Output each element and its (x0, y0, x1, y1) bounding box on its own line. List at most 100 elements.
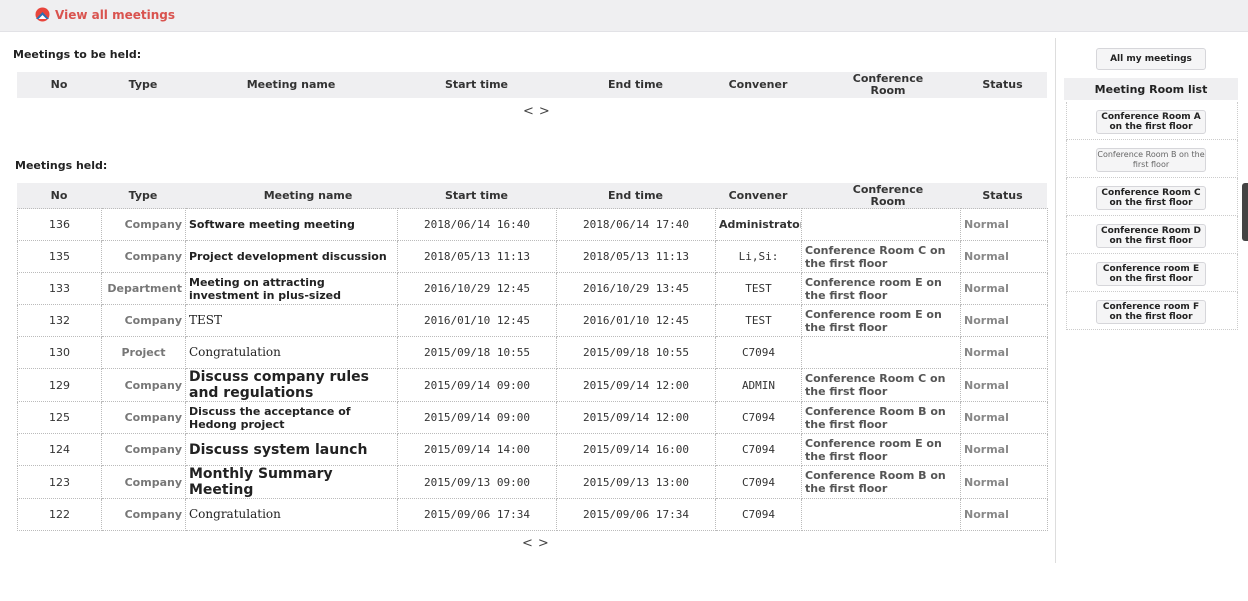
cell-no: 130 (17, 336, 102, 369)
column-header-conference-room[interactable]: Conference Room (843, 183, 933, 209)
table-row[interactable]: 130 Project Congratulation 2015/09/18 10… (17, 336, 1048, 369)
prev-page-button[interactable]: < (523, 104, 534, 119)
column-header-meeting-name[interactable]: Meeting name (185, 183, 431, 209)
table-row[interactable]: 133 Department Meeting on attracting inv… (17, 272, 1048, 305)
column-header-conference-room[interactable]: Conference Room (843, 72, 933, 98)
cell-conference-room: Conference Room B on the first floor (801, 465, 961, 499)
column-header-type[interactable]: Type (101, 183, 185, 209)
cell-status: Normal (960, 498, 1048, 531)
column-header-convener[interactable]: Convener (715, 72, 801, 98)
cell-type: Company (101, 498, 186, 531)
room-d-button[interactable]: Conference Room D on the first floor (1096, 224, 1206, 248)
cell-conference-room: Conference Room C on the first floor (801, 368, 961, 402)
table-row[interactable]: 124 Company Discuss system launch 2015/0… (17, 433, 1048, 466)
cell-start-time: 2016/10/29 12:45 (397, 272, 557, 305)
column-header-status[interactable]: Status (960, 72, 1045, 98)
view-all-meetings-link[interactable]: View all meetings (34, 7, 175, 22)
cell-convener: C7094 (715, 401, 802, 434)
cell-end-time: 2015/09/06 17:34 (556, 498, 716, 531)
cell-no: 125 (17, 401, 102, 434)
room-f-button[interactable]: Conference room F on the first floor (1096, 300, 1206, 324)
cell-meeting-name[interactable]: Project development discussion (185, 240, 398, 273)
cell-status: Normal (960, 433, 1048, 466)
cell-meeting-name[interactable]: Discuss the acceptance of Hedong project (185, 401, 398, 434)
column-header-end-time[interactable]: End time (556, 183, 715, 209)
room-a-button[interactable]: Conference Room A on the first floor (1096, 110, 1206, 134)
cell-meeting-name[interactable]: Software meeting meeting (185, 208, 398, 241)
cell-type: Department (101, 272, 186, 305)
prev-page-button[interactable]: < (522, 536, 533, 551)
column-header-type[interactable]: Type (101, 72, 185, 98)
cell-conference-room: Conference Room C on the first floor (801, 240, 961, 273)
cell-status: Normal (960, 368, 1048, 402)
cell-conference-room: Conference room E on the first floor (801, 304, 961, 337)
cell-convener: Li,Si: (715, 240, 802, 273)
cell-convener: Administrator (715, 208, 802, 241)
cell-conference-room (801, 498, 961, 531)
column-header-meeting-name[interactable]: Meeting name (185, 72, 397, 98)
cell-no: 136 (17, 208, 102, 241)
cell-meeting-name[interactable]: Discuss system launch (185, 433, 398, 466)
cell-conference-room: Conference room E on the first floor (801, 433, 961, 466)
cell-meeting-name[interactable]: Meeting on attracting investment in plus… (185, 272, 398, 305)
column-header-end-time[interactable]: End time (556, 72, 715, 98)
cell-start-time: 2016/01/10 12:45 (397, 304, 557, 337)
table-row[interactable]: 123 Company Monthly Summary Meeting 2015… (17, 465, 1048, 499)
cell-meeting-name[interactable]: Monthly Summary Meeting (185, 465, 398, 499)
held-section-title: Meetings held: (15, 159, 108, 172)
room-b-button[interactable]: Conference Room B on the first floor (1096, 148, 1206, 172)
scrollbar-handle[interactable] (1242, 183, 1248, 241)
cell-convener: C7094 (715, 433, 802, 466)
next-page-button[interactable]: > (539, 104, 550, 119)
cell-type: Company (101, 368, 186, 402)
cell-status: Normal (960, 401, 1048, 434)
cell-status: Normal (960, 336, 1048, 369)
cell-no: 123 (17, 465, 102, 499)
column-header-status[interactable]: Status (960, 183, 1045, 209)
cell-type: Company (101, 304, 186, 337)
room-c-button[interactable]: Conference Room C on the first floor (1096, 186, 1206, 210)
sidebar-divider (1055, 38, 1056, 563)
column-header-start-time[interactable]: Start time (397, 183, 556, 209)
cell-status: Normal (960, 304, 1048, 337)
cell-type: Company (101, 465, 186, 499)
cell-start-time: 2015/09/18 10:55 (397, 336, 557, 369)
cell-meeting-name[interactable]: TEST (185, 304, 398, 337)
column-header-start-time[interactable]: Start time (397, 72, 556, 98)
upcoming-section-title: Meetings to be held: (13, 48, 142, 61)
cell-conference-room (801, 208, 961, 241)
cell-start-time: 2015/09/14 09:00 (397, 368, 557, 402)
cell-convener: C7094 (715, 336, 802, 369)
table-row[interactable]: 129 Company Discuss company rules and re… (17, 368, 1048, 402)
meeting-logo-icon (35, 7, 50, 22)
cell-start-time: 2018/06/14 16:40 (397, 208, 557, 241)
top-bar: View all meetings (0, 0, 1248, 32)
column-header-no[interactable]: No (17, 183, 101, 209)
meeting-room-list-title: Meeting Room list (1064, 78, 1238, 100)
cell-end-time: 2018/06/14 17:40 (556, 208, 716, 241)
cell-start-time: 2018/05/13 11:13 (397, 240, 557, 273)
column-header-convener[interactable]: Convener (715, 183, 801, 209)
cell-meeting-name[interactable]: Congratulation (185, 336, 398, 369)
cell-end-time: 2015/09/18 10:55 (556, 336, 716, 369)
upcoming-pager: < > (523, 104, 550, 119)
cell-conference-room (801, 336, 961, 369)
view-all-meetings-label: View all meetings (55, 7, 175, 22)
table-row[interactable]: 135 Company Project development discussi… (17, 240, 1048, 273)
cell-meeting-name[interactable]: Congratulation (185, 498, 398, 531)
table-row[interactable]: 125 Company Discuss the acceptance of He… (17, 401, 1048, 434)
cell-convener: ADMIN (715, 368, 802, 402)
table-row[interactable]: 132 Company TEST 2016/01/10 12:45 2016/0… (17, 304, 1048, 337)
table-row[interactable]: 136 Company Software meeting meeting 201… (17, 208, 1048, 241)
cell-type: Company (101, 433, 186, 466)
room-e-button[interactable]: Conference room E on the first floor (1096, 262, 1206, 286)
table-row[interactable]: 122 Company Congratulation 2015/09/06 17… (17, 498, 1048, 531)
all-my-meetings-button[interactable]: All my meetings (1096, 48, 1206, 70)
column-header-no[interactable]: No (17, 72, 101, 98)
next-page-button[interactable]: > (538, 536, 549, 551)
cell-no: 135 (17, 240, 102, 273)
cell-meeting-name[interactable]: Discuss company rules and regulations (185, 368, 398, 402)
cell-convener: TEST (715, 272, 802, 305)
cell-status: Normal (960, 208, 1048, 241)
cell-convener: C7094 (715, 498, 802, 531)
